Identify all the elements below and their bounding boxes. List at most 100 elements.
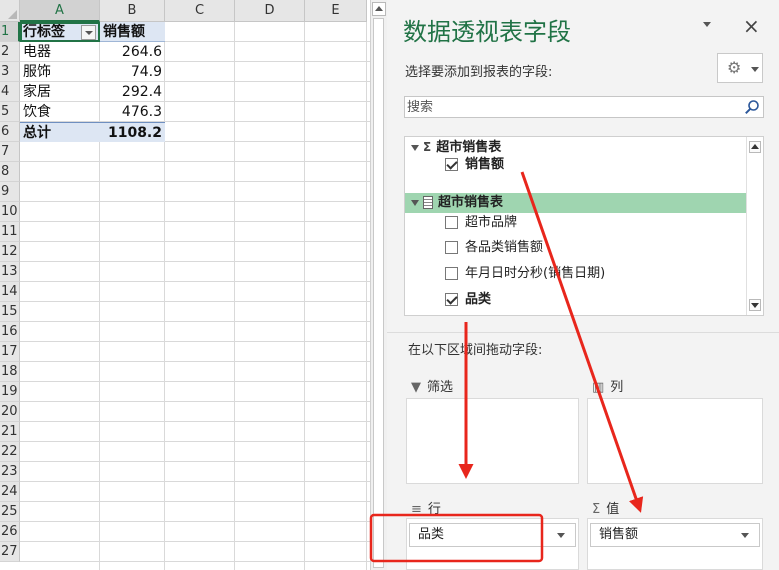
section-divider [387,332,779,333]
row-header[interactable]: 10 [0,202,20,222]
field-item-sale-datetime[interactable]: 年月日时分秒(销售日期) [445,264,605,284]
row-header[interactable]: 20 [0,402,20,422]
row-header[interactable]: 14 [0,282,20,302]
filter-funnel-icon: ▼ [411,380,421,395]
pivot-field-panel: 数据透视表字段 × 选择要添加到报表的字段: ⚙ Σ 超市销售表 销售额 超市销售… [387,0,779,570]
values-field-item[interactable]: 销售额 [590,523,760,547]
field-checkbox[interactable] [445,267,458,280]
pivot-item-label[interactable]: 电器 [20,42,100,62]
column-header-d[interactable]: D [235,0,305,22]
row-header[interactable]: 3 [0,62,20,82]
panel-options-chevron-down-icon[interactable] [703,22,711,27]
row-header[interactable]: 5 [0,102,20,122]
table-icon [423,196,433,209]
collapse-triangle-icon[interactable] [411,144,419,151]
chevron-down-icon[interactable] [741,533,749,538]
rows-field-item[interactable]: 品类 [409,523,576,547]
row-label-filter-button[interactable] [81,25,96,40]
columns-drop-area[interactable] [587,398,763,484]
sigma-icon: Σ [592,502,601,517]
row-header[interactable]: 9 [0,182,20,202]
pivot-item-value[interactable]: 264.6 [100,42,165,62]
row-header[interactable]: 2 [0,42,20,62]
collapse-triangle-icon[interactable] [411,199,419,206]
field-search-box[interactable] [404,96,764,118]
values-field-label: 销售额 [599,527,639,542]
row-header[interactable]: 26 [0,522,20,542]
rows-area-title: 行 [427,502,441,517]
field-group-measure[interactable]: Σ 超市销售表 [405,137,501,157]
field-label: 各品类销售额 [465,240,544,255]
field-label: 销售额 [465,157,505,172]
spreadsheet: A B C D E 1 2 3 4 5 6 7 8 9 10 11 12 13 14 15 16 17 18 19 2… [0,0,372,570]
field-checkbox[interactable] [445,241,458,254]
filter-drop-area[interactable] [406,398,579,484]
field-item-category[interactable]: 品类 [445,290,491,310]
choose-fields-label: 选择要添加到报表的字段: [405,65,553,80]
panel-title: 数据透视表字段 [403,18,571,46]
row-header[interactable]: 19 [0,382,20,402]
row-header[interactable]: 15 [0,302,20,322]
field-group-table[interactable]: 超市销售表 [405,193,746,213]
scroll-up-arrow-icon[interactable] [749,141,761,153]
row-header[interactable]: 11 [0,222,20,242]
pivot-value-header[interactable]: 销售额 [100,22,165,42]
rows-field-label: 品类 [418,527,445,542]
row-header[interactable]: 24 [0,482,20,502]
values-drop-area[interactable]: 销售额 [587,518,763,570]
field-checkbox[interactable] [445,216,458,229]
sheet-vertical-scrollbar[interactable] [370,0,387,570]
row-header[interactable]: 7 [0,142,20,162]
scroll-down-arrow-icon[interactable] [749,299,761,311]
scrollbar-thumb[interactable] [373,18,384,568]
pivot-total-value[interactable]: 1108.2 [100,122,165,142]
field-label: 年月日时分秒(销售日期) [465,266,606,281]
search-input[interactable] [405,97,739,117]
column-header-e[interactable]: E [305,0,367,22]
row-header[interactable]: 12 [0,242,20,262]
row-header[interactable]: 21 [0,422,20,442]
columns-area-title: 列 [610,380,624,395]
field-checkbox[interactable] [445,293,458,306]
columns-icon: ▥ [592,380,605,395]
rows-area-label: ≡ 行 [411,498,441,517]
chevron-down-icon[interactable] [557,533,565,538]
column-header-b[interactable]: B [100,0,165,22]
field-list: Σ 超市销售表 销售额 超市销售表 超市品牌 各品类销售额 年月日时分秒(销售日期… [404,136,764,316]
row-header[interactable]: 25 [0,502,20,522]
column-header-a[interactable]: A [20,0,100,22]
drag-fields-label: 在以下区域间拖动字段: [408,343,543,358]
column-header-c[interactable]: C [165,0,235,22]
search-icon[interactable] [744,99,760,115]
field-list-scrollbar[interactable] [746,137,763,315]
pivot-item-label[interactable]: 家居 [20,82,100,102]
row-header[interactable]: 17 [0,342,20,362]
row-header[interactable]: 27 [0,542,20,562]
tools-button[interactable]: ⚙ [717,53,763,83]
row-header[interactable]: 1 [0,22,20,42]
pivot-item-value[interactable]: 74.9 [100,62,165,82]
row-header[interactable]: 16 [0,322,20,342]
row-header[interactable]: 13 [0,262,20,282]
field-item-brand[interactable]: 超市品牌 [445,213,517,233]
pivot-item-label[interactable]: 服饰 [20,62,100,82]
field-checkbox[interactable] [445,158,458,171]
row-header[interactable]: 8 [0,162,20,182]
pivot-item-label[interactable]: 饮食 [20,102,100,122]
pivot-item-value[interactable]: 476.3 [100,102,165,122]
pivot-item-value[interactable]: 292.4 [100,82,165,102]
row-header[interactable]: 18 [0,362,20,382]
close-icon[interactable]: × [743,14,760,38]
row-header[interactable]: 23 [0,462,20,482]
select-all-corner[interactable] [0,0,20,22]
rows-drop-area[interactable]: 品类 [406,518,579,570]
row-header[interactable]: 6 [0,122,20,142]
pivot-total-label[interactable]: 总计 [20,122,100,142]
values-area-title: 值 [606,502,620,517]
row-header[interactable]: 22 [0,442,20,462]
gear-icon: ⚙ [727,58,742,77]
field-item-sales[interactable]: 销售额 [445,155,504,175]
row-header[interactable]: 4 [0,82,20,102]
field-item-category-sales[interactable]: 各品类销售额 [445,238,543,258]
scroll-up-arrow-icon[interactable] [372,2,386,16]
